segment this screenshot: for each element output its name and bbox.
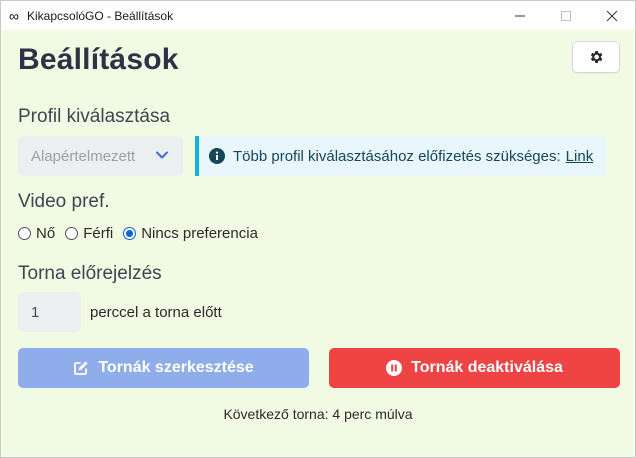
window-controls (497, 1, 635, 30)
radio-male[interactable]: Férfi (65, 225, 113, 242)
profile-select-value: Alapértelmezett (31, 147, 136, 165)
radio-label: Férfi (83, 225, 114, 242)
deactivate-tournaments-label: Tornák deaktiválása (411, 359, 563, 376)
video-section-label: Video pref. (18, 191, 110, 212)
chevron-down-icon (156, 151, 168, 159)
page-title: Beállítások (18, 43, 179, 76)
subscription-info-box: Több profil kiválasztásához előfizetés s… (195, 136, 606, 176)
maximize-icon (561, 10, 571, 21)
gear-icon (590, 51, 603, 63)
edit-tournaments-label: Tornák szerkesztése (98, 359, 254, 376)
subscription-link[interactable]: Link (566, 148, 594, 165)
edit-icon (74, 361, 88, 375)
reminder-minutes-input[interactable] (18, 292, 81, 332)
profile-select[interactable]: Alapértelmezett (18, 136, 183, 176)
infinity-icon: ∞ (9, 7, 19, 24)
deactivate-tournaments-button[interactable]: Tornák deaktiválása (329, 348, 620, 388)
video-preference-group: Nő Férfi Nincs preferencia (18, 225, 268, 242)
profile-section-label: Profil kiválasztása (18, 106, 171, 127)
maximize-button[interactable] (543, 1, 589, 30)
radio-button[interactable] (18, 227, 31, 240)
minimize-button[interactable] (497, 1, 543, 30)
reminder-section-label: Torna előrejelzés (18, 263, 162, 284)
minimize-icon (515, 15, 525, 16)
settings-button[interactable] (572, 41, 620, 73)
next-tournament-status: Következő torna: 4 perc múlva (223, 406, 413, 422)
close-icon (607, 10, 617, 21)
info-icon (209, 148, 225, 164)
reminder-minutes-suffix: perccel a torna előtt (90, 304, 222, 321)
pause-circle-icon (386, 360, 403, 376)
radio-button[interactable] (123, 227, 137, 240)
radio-label: Nincs preferencia (141, 225, 258, 242)
edit-tournaments-button[interactable]: Tornák szerkesztése (18, 348, 309, 388)
title-bar: ∞ KikapcsolóGO - Beállítások (1, 1, 635, 30)
radio-button[interactable] (65, 227, 79, 240)
app-window: ∞ KikapcsolóGO - Beállítások Beállítások… (0, 0, 636, 458)
radio-no-preference[interactable]: Nincs preferencia (123, 225, 258, 242)
info-text: Több profil kiválasztásához előfizetés s… (233, 147, 561, 165)
window-title: KikapcsolóGO - Beállítások (27, 8, 174, 23)
close-button[interactable] (589, 1, 635, 30)
radio-female[interactable]: Nő (18, 225, 55, 242)
radio-label: Nő (36, 225, 56, 242)
